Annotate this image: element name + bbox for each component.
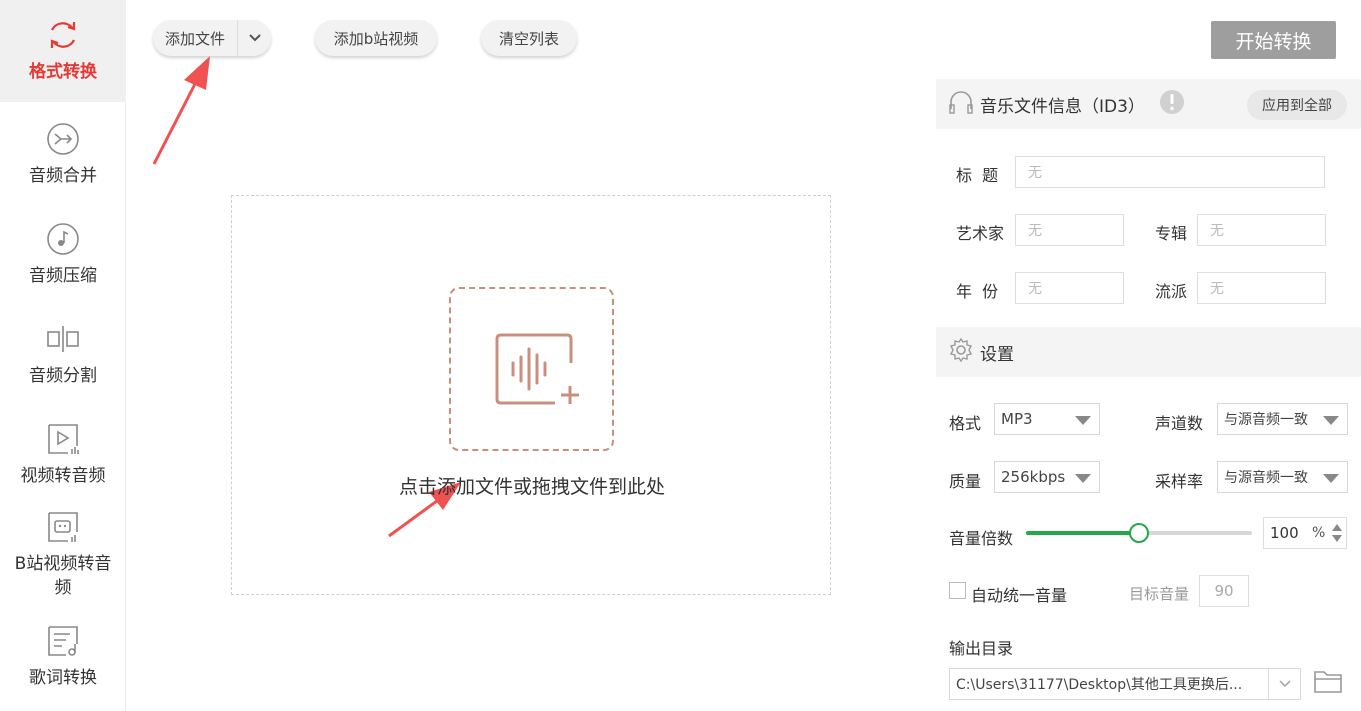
samplerate-select[interactable]: 与源音频一致 — [1217, 461, 1348, 493]
settings-section-title: 设置 — [980, 344, 1014, 365]
add-file-button[interactable]: 添加文件 — [153, 20, 271, 56]
quality-select-value: 256kbps — [1001, 468, 1066, 486]
sidebar-item-label: 音频合并 — [29, 166, 97, 186]
drop-zone-hint: 点击添加文件或拖拽文件到此处 — [398, 476, 665, 498]
volume-stepper-value: 100 — [1270, 524, 1299, 542]
album-field-placeholder: 无 — [1210, 223, 1224, 239]
format-select[interactable]: MP3 — [994, 403, 1100, 435]
target-volume-label: 目标音量 — [1129, 585, 1190, 603]
merge-icon — [46, 122, 80, 156]
year-field-label: 年 份 — [956, 282, 999, 301]
album-field-label: 专辑 — [1155, 224, 1188, 243]
title-field-label: 标 题 — [956, 166, 999, 185]
info-icon[interactable] — [1159, 89, 1185, 119]
add-bilibili-label: 添加b站视频 — [333, 29, 419, 48]
lyrics-icon — [46, 624, 80, 658]
artist-field-label: 艺术家 — [956, 224, 1005, 243]
video-to-audio-icon — [46, 422, 80, 456]
title-field-placeholder: 无 — [1028, 165, 1042, 181]
volume-slider-fill — [1026, 531, 1139, 535]
clear-list-button[interactable]: 清空列表 — [481, 20, 577, 56]
annotation-arrow-icon — [152, 56, 210, 165]
genre-field-label: 流派 — [1155, 282, 1188, 301]
dropdown-arrow-icon — [1075, 474, 1091, 483]
add-file-label: 添加文件 — [164, 29, 225, 48]
album-field[interactable]: 无 — [1197, 214, 1326, 246]
sidebar-item-label: 歌词转换 — [29, 668, 97, 688]
sidebar-item-label: 视频转音频 — [20, 466, 106, 486]
format-label: 格式 — [949, 414, 982, 433]
chevron-down-icon[interactable] — [1268, 669, 1300, 699]
sidebar-item-lyrics-convert[interactable]: 歌词转换 — [0, 612, 126, 702]
sidebar: 格式转换 音频合并 音频压缩 音频分割 视频转音频 B站视频转音频 歌词转换 — [0, 0, 126, 711]
apply-to-all-label: 应用到全部 — [1262, 98, 1332, 114]
sidebar-item-format-convert[interactable]: 格式转换 — [0, 0, 126, 102]
gear-icon — [948, 337, 974, 367]
sidebar-item-label: 音频压缩 — [29, 266, 97, 286]
output-dir-select[interactable]: C:\Users\31177\Desktop\其他工具更换后... — [949, 668, 1301, 700]
start-convert-label: 开始转换 — [1235, 30, 1312, 53]
genre-field[interactable]: 无 — [1197, 272, 1326, 304]
year-field-placeholder: 无 — [1028, 281, 1042, 297]
auto-volume-checkbox[interactable] — [949, 582, 966, 599]
split-icon — [46, 322, 80, 356]
target-volume-field: 90 — [1199, 575, 1249, 607]
start-convert-button[interactable]: 开始转换 — [1211, 21, 1336, 59]
clear-list-label: 清空列表 — [498, 29, 559, 48]
headphones-icon — [948, 89, 974, 119]
sidebar-item-bilibili-to-audio[interactable]: B站视频转音频 — [0, 505, 126, 605]
quality-select[interactable]: 256kbps — [994, 461, 1100, 493]
file-drop-zone[interactable]: 点击添加文件或拖拽文件到此处 — [231, 195, 831, 595]
bilibili-icon — [46, 510, 80, 544]
dropdown-arrow-icon — [1323, 416, 1339, 425]
sidebar-item-audio-compress[interactable]: 音频压缩 — [0, 210, 126, 300]
channels-select-value: 与源音频一致 — [1224, 412, 1308, 428]
samplerate-label: 采样率 — [1155, 472, 1204, 491]
add-audio-icon — [449, 287, 614, 451]
app-window: 格式转换 音频合并 音频压缩 音频分割 视频转音频 B站视频转音频 歌词转换 添… — [0, 0, 1361, 711]
year-field[interactable]: 无 — [1015, 272, 1124, 304]
dropdown-arrow-icon — [1323, 474, 1339, 483]
dropdown-arrow-icon — [1075, 416, 1091, 425]
settings-section-header: 设置 — [936, 327, 1361, 377]
artist-field-placeholder: 无 — [1028, 223, 1042, 239]
folder-icon[interactable] — [1313, 668, 1347, 698]
chevron-down-icon — [248, 29, 262, 47]
add-bilibili-button[interactable]: 添加b站视频 — [315, 20, 437, 56]
title-field[interactable]: 无 — [1015, 156, 1325, 188]
target-volume-value: 90 — [1214, 582, 1234, 600]
compress-icon — [46, 222, 80, 256]
volume-stepper[interactable]: 100 % — [1263, 517, 1347, 549]
quality-label: 质量 — [949, 472, 982, 491]
sidebar-item-video-to-audio[interactable]: 视频转音频 — [0, 410, 126, 500]
volume-slider[interactable] — [1026, 523, 1252, 543]
output-dir-label: 输出目录 — [949, 639, 1014, 658]
id3-section-header: 音乐文件信息（ID3） 应用到全部 — [936, 79, 1361, 129]
refresh-icon — [46, 18, 80, 52]
channels-label: 声道数 — [1155, 414, 1204, 433]
sidebar-item-audio-merge[interactable]: 音频合并 — [0, 110, 126, 200]
artist-field[interactable]: 无 — [1015, 214, 1124, 246]
format-select-value: MP3 — [1001, 410, 1033, 428]
apply-to-all-button[interactable]: 应用到全部 — [1247, 90, 1347, 120]
genre-field-placeholder: 无 — [1210, 281, 1224, 297]
sidebar-item-label: B站视频转音频 — [14, 554, 112, 598]
samplerate-select-value: 与源音频一致 — [1224, 470, 1308, 486]
sidebar-item-label: 格式转换 — [29, 62, 97, 82]
volume-unit: % — [1312, 525, 1326, 541]
id3-section-title: 音乐文件信息（ID3） — [980, 96, 1145, 117]
output-dir-value: C:\Users\31177\Desktop\其他工具更换后... — [956, 677, 1243, 693]
sidebar-item-audio-split[interactable]: 音频分割 — [0, 310, 126, 400]
add-file-dropdown[interactable] — [237, 20, 271, 56]
volume-label: 音量倍数 — [949, 529, 1014, 548]
channels-select[interactable]: 与源音频一致 — [1217, 403, 1348, 435]
spinner-arrows-icon[interactable] — [1331, 522, 1343, 548]
volume-slider-thumb[interactable] — [1129, 523, 1149, 543]
sidebar-item-label: 音频分割 — [29, 366, 97, 386]
auto-volume-label: 自动统一音量 — [971, 586, 1068, 605]
